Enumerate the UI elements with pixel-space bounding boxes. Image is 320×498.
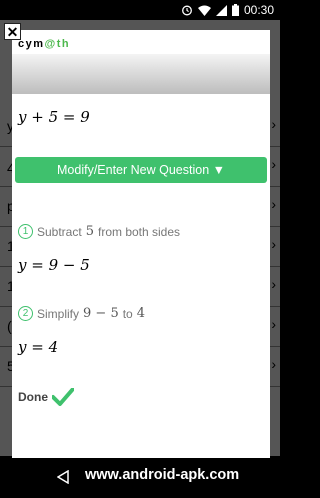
clock: 00:30 bbox=[243, 3, 274, 17]
step-2: 2 Simplify 9 − 5 to 4 bbox=[18, 306, 145, 321]
battery-icon bbox=[231, 4, 239, 16]
signal-icon bbox=[215, 4, 227, 16]
logo-text-accent: @th bbox=[44, 38, 71, 50]
watermark: www.android-apk.com bbox=[85, 467, 240, 483]
step-text: Simplify bbox=[37, 306, 80, 321]
status-icons: 00:30 bbox=[181, 3, 274, 17]
back-icon[interactable] bbox=[57, 470, 69, 484]
status-bar: 00:30 bbox=[0, 0, 280, 20]
step-math: 5 bbox=[85, 224, 94, 239]
bg-chevron-icon: › bbox=[271, 236, 276, 252]
solution-modal: cym@th y + 5 = 9 Modify/Enter New Questi… bbox=[12, 30, 270, 458]
bg-chevron-icon: › bbox=[271, 116, 276, 132]
bg-chevron-icon: › bbox=[271, 356, 276, 372]
bg-chevron-icon: › bbox=[271, 196, 276, 212]
done-indicator: Done bbox=[18, 388, 74, 406]
step-number-badge: 1 bbox=[18, 224, 33, 239]
done-label: Done bbox=[18, 390, 48, 404]
step-1-result: y = 9 − 5 bbox=[18, 256, 90, 274]
step-text: to bbox=[122, 306, 133, 321]
cymath-logo: cym@th bbox=[18, 38, 70, 50]
bg-chevron-icon: › bbox=[271, 156, 276, 172]
modify-question-button[interactable]: Modify/Enter New Question ▼ bbox=[15, 157, 267, 183]
step-text: from both sides bbox=[97, 224, 181, 239]
checkmark-icon bbox=[52, 388, 74, 406]
step-2-result: y = 4 bbox=[18, 338, 59, 356]
step-text: Subtract bbox=[37, 224, 82, 239]
ad-banner[interactable] bbox=[12, 54, 270, 94]
step-math: 9 − 5 bbox=[83, 306, 119, 321]
bg-chevron-icon: › bbox=[271, 316, 276, 332]
wifi-icon bbox=[197, 5, 211, 16]
alarm-icon bbox=[182, 5, 192, 16]
step-number-badge: 2 bbox=[18, 306, 33, 321]
bg-chevron-icon: › bbox=[271, 276, 276, 292]
step-1: 1 Subtract 5 from both sides bbox=[18, 224, 180, 239]
logo-text: cym bbox=[18, 38, 45, 50]
close-icon[interactable]: ✕ bbox=[4, 23, 21, 40]
bg-row-text: ( bbox=[7, 318, 12, 334]
problem-equation: y + 5 = 9 bbox=[18, 108, 90, 126]
step-math: 4 bbox=[136, 306, 146, 321]
